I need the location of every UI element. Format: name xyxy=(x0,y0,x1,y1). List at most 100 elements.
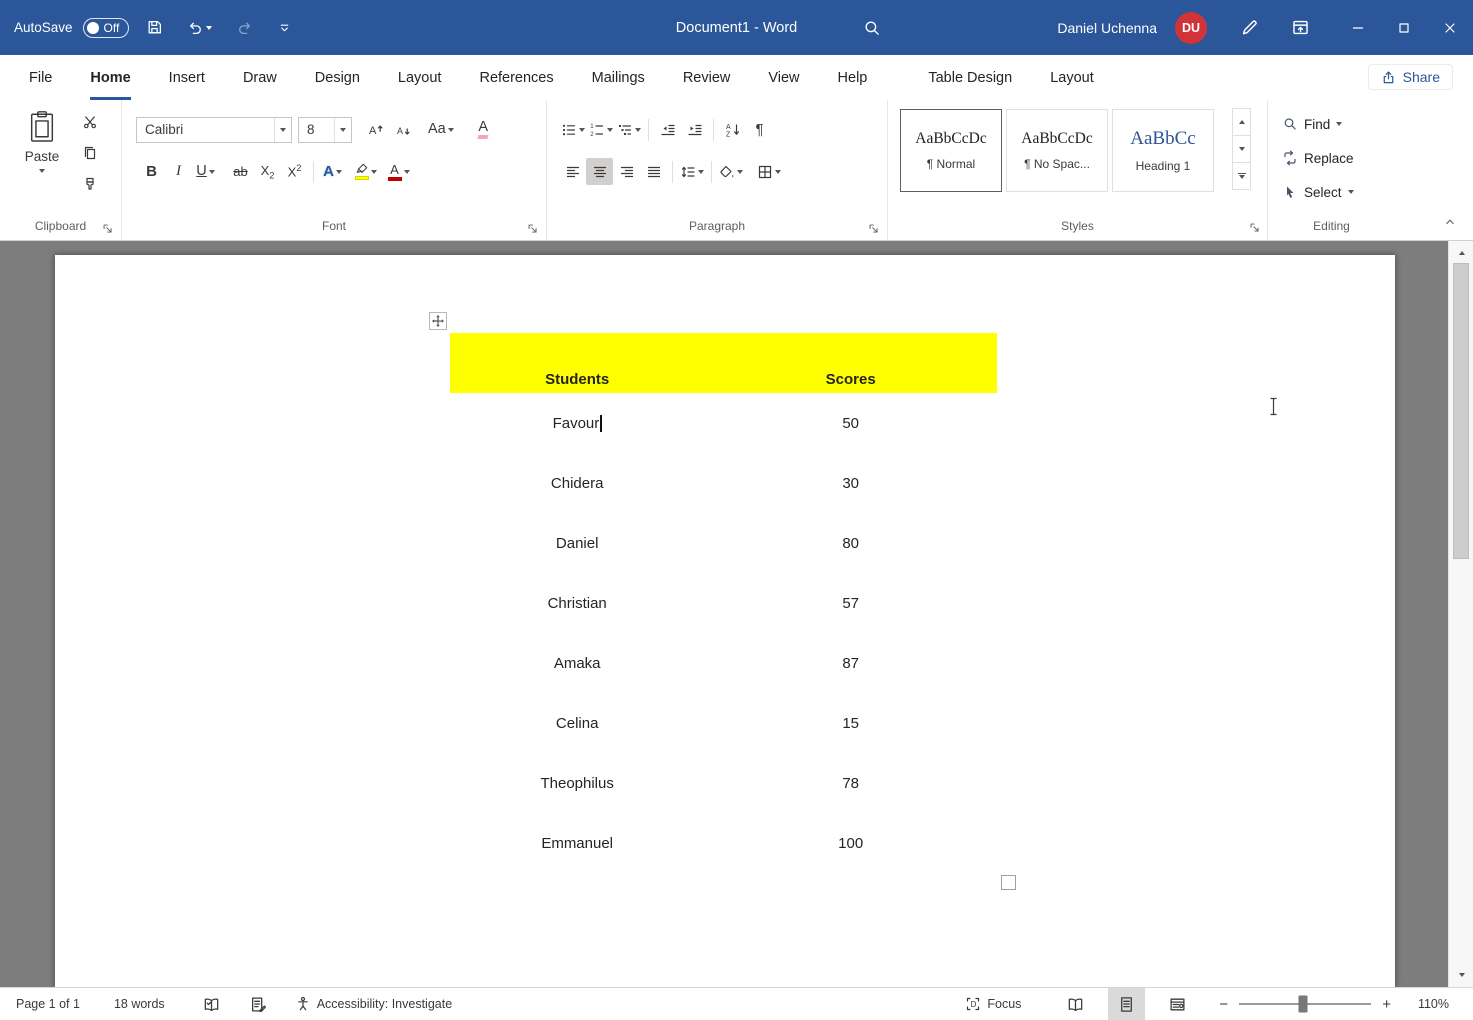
autosave-toggle[interactable]: Off xyxy=(83,18,130,38)
zoom-out-button[interactable]: − xyxy=(1212,988,1235,1020)
zoom-slider-thumb[interactable] xyxy=(1298,996,1307,1013)
page-indicator[interactable]: Page 1 of 1 xyxy=(6,988,90,1020)
score-cell[interactable]: 50 xyxy=(704,393,997,453)
find-button[interactable]: Find xyxy=(1282,116,1342,132)
ribbon-display-options-button[interactable] xyxy=(1284,13,1317,42)
change-case-button[interactable]: Aa xyxy=(426,116,456,143)
score-cell[interactable]: 100 xyxy=(704,813,997,873)
header-cell-scores[interactable]: Scores xyxy=(704,333,997,393)
tab-insert[interactable]: Insert xyxy=(169,55,205,100)
pen-tools-button[interactable] xyxy=(1233,13,1266,42)
zoom-level[interactable]: 110% xyxy=(1408,988,1459,1020)
student-cell[interactable]: Amaka xyxy=(450,633,704,693)
tab-layout[interactable]: Layout xyxy=(1050,55,1094,100)
close-button[interactable] xyxy=(1427,0,1473,55)
tab-layout[interactable]: Layout xyxy=(398,55,442,100)
student-cell[interactable]: Theophilus xyxy=(450,753,704,813)
superscript-button[interactable]: X2 xyxy=(281,158,308,185)
tab-view[interactable]: View xyxy=(768,55,799,100)
scroll-down-button[interactable] xyxy=(1449,966,1473,984)
grow-font-button[interactable]: A xyxy=(362,116,389,143)
clear-formatting-button[interactable]: A xyxy=(470,116,497,143)
user-name[interactable]: Daniel Uchenna xyxy=(1057,20,1157,36)
proofing-button[interactable] xyxy=(193,988,230,1020)
tab-review[interactable]: Review xyxy=(683,55,731,100)
styles-scroll-down-button[interactable] xyxy=(1232,135,1251,163)
justify-button[interactable] xyxy=(640,158,667,185)
scrollbar-thumb[interactable] xyxy=(1453,263,1469,559)
score-cell[interactable]: 57 xyxy=(704,573,997,633)
tab-file[interactable]: File xyxy=(29,55,52,100)
shrink-font-button[interactable]: A xyxy=(389,116,416,143)
tab-home[interactable]: Home xyxy=(90,55,130,100)
strikethrough-button[interactable]: ab xyxy=(227,158,254,185)
font-name-combobox[interactable]: Calibri xyxy=(136,117,292,143)
undo-button[interactable] xyxy=(180,14,219,41)
save-button[interactable] xyxy=(139,14,170,41)
maximize-button[interactable] xyxy=(1381,0,1427,55)
student-cell[interactable]: Christian xyxy=(450,573,704,633)
line-spacing-button[interactable] xyxy=(678,158,706,185)
tab-references[interactable]: References xyxy=(479,55,553,100)
styles-dialog-launcher[interactable] xyxy=(1247,221,1263,237)
styles-more-button[interactable] xyxy=(1232,162,1251,190)
style-card[interactable]: AaBbCc Heading 1 xyxy=(1112,109,1214,192)
search-button[interactable] xyxy=(856,14,888,42)
score-cell[interactable]: 87 xyxy=(704,633,997,693)
italic-button[interactable]: I xyxy=(165,158,192,185)
student-cell[interactable]: Emmanuel xyxy=(450,813,704,873)
decrease-indent-button[interactable] xyxy=(654,116,681,143)
underline-button[interactable]: U xyxy=(192,158,219,185)
score-cell[interactable]: 78 xyxy=(704,753,997,813)
numbering-button[interactable]: 12 xyxy=(587,116,615,143)
subscript-button[interactable]: X2 xyxy=(254,158,281,185)
copy-button[interactable] xyxy=(76,139,103,166)
style-card[interactable]: AaBbCcDc ¶ Normal xyxy=(900,109,1002,192)
student-cell[interactable]: Favour xyxy=(450,393,704,453)
word-count[interactable]: 18 words xyxy=(104,988,175,1020)
styles-scroll-up-button[interactable] xyxy=(1232,108,1251,136)
shading-button[interactable] xyxy=(717,158,745,185)
header-cell-students[interactable]: Students xyxy=(450,333,704,393)
increase-indent-button[interactable] xyxy=(681,116,708,143)
borders-button[interactable] xyxy=(755,158,783,185)
paragraph-dialog-launcher[interactable] xyxy=(867,221,883,237)
zoom-in-button[interactable]: + xyxy=(1375,988,1398,1020)
show-formatting-marks-button[interactable]: ¶ xyxy=(746,116,773,143)
text-highlight-button[interactable] xyxy=(352,158,379,185)
web-layout-button[interactable] xyxy=(1159,988,1196,1020)
bullets-button[interactable] xyxy=(559,116,587,143)
share-button[interactable]: Share xyxy=(1368,64,1453,90)
multilevel-list-button[interactable] xyxy=(615,116,643,143)
read-mode-button[interactable] xyxy=(1057,988,1094,1020)
minimize-button[interactable] xyxy=(1335,0,1381,55)
font-dialog-launcher[interactable] xyxy=(526,221,542,237)
focus-button[interactable]: D Focus xyxy=(955,988,1031,1020)
tab-design[interactable]: Design xyxy=(315,55,360,100)
select-button[interactable]: Select xyxy=(1282,184,1354,200)
score-cell[interactable]: 15 xyxy=(704,693,997,753)
scroll-up-button[interactable] xyxy=(1449,244,1473,262)
student-cell[interactable]: Daniel xyxy=(450,513,704,573)
format-painter-button[interactable] xyxy=(76,170,103,197)
accessibility-button[interactable]: Accessibility: Investigate xyxy=(285,988,462,1020)
tab-mailings[interactable]: Mailings xyxy=(592,55,645,100)
font-size-combobox[interactable]: 8 xyxy=(298,117,352,143)
editor-button[interactable] xyxy=(240,988,277,1020)
cut-button[interactable] xyxy=(76,108,103,135)
font-color-button[interactable]: A xyxy=(385,158,412,185)
print-layout-button[interactable] xyxy=(1108,988,1145,1020)
student-cell[interactable]: Chidera xyxy=(450,453,704,513)
avatar[interactable]: DU xyxy=(1175,12,1207,44)
document-page[interactable]: Students Scores Favour 50 Chidera 30 Dan… xyxy=(55,255,1395,987)
align-right-button[interactable] xyxy=(613,158,640,185)
tab-table-design[interactable]: Table Design xyxy=(928,55,1012,100)
customize-qat-button[interactable] xyxy=(270,15,299,40)
redo-button[interactable] xyxy=(229,14,260,41)
tab-draw[interactable]: Draw xyxy=(243,55,277,100)
paste-button[interactable]: Paste xyxy=(16,110,68,208)
score-cell[interactable]: 30 xyxy=(704,453,997,513)
align-left-button[interactable] xyxy=(559,158,586,185)
style-card[interactable]: AaBbCcDc ¶ No Spac... xyxy=(1006,109,1108,192)
bold-button[interactable]: B xyxy=(138,158,165,185)
